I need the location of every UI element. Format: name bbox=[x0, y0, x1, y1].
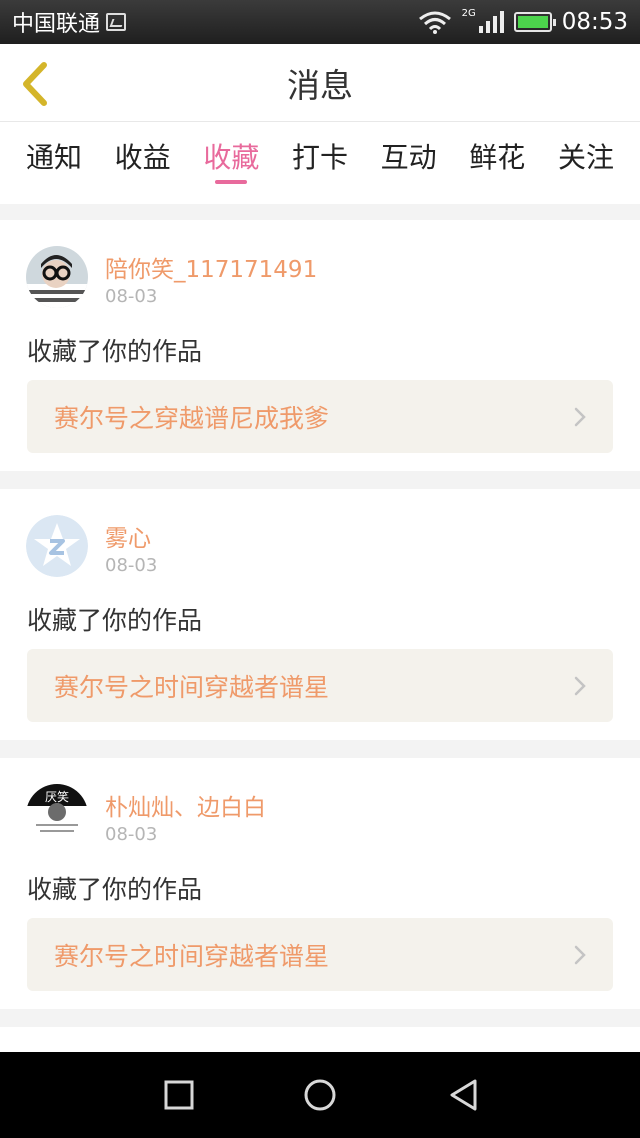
tab-interaction[interactable]: 互动 bbox=[381, 122, 437, 204]
username[interactable]: 雾心 bbox=[105, 519, 151, 553]
chevron-right-icon bbox=[574, 676, 586, 696]
tab-notification[interactable]: 通知 bbox=[26, 122, 82, 204]
work-title: 赛尔号之穿越谱尼成我爹 bbox=[54, 403, 330, 433]
back-button[interactable] bbox=[18, 62, 54, 106]
tab-favorites[interactable]: 收藏 bbox=[203, 122, 259, 204]
chevron-right-icon bbox=[574, 407, 586, 427]
avatar[interactable]: 厌笑 bbox=[26, 784, 88, 846]
signal-icon bbox=[478, 11, 504, 33]
work-link[interactable]: 赛尔号之时间穿越者谱星 bbox=[27, 918, 613, 991]
work-link[interactable]: 赛尔号之时间穿越者谱星 bbox=[27, 649, 613, 722]
triangle-back-icon[interactable] bbox=[442, 1074, 484, 1116]
work-title: 赛尔号之时间穿越者谱星 bbox=[54, 672, 330, 702]
network-type-label: 2G bbox=[461, 7, 476, 19]
system-nav-bar bbox=[0, 1052, 640, 1138]
carrier-name: 中国联通 bbox=[12, 12, 101, 37]
message-date: 08-03 bbox=[105, 824, 158, 845]
feed-item: 陪你笑_117171491 08-03 收藏了你的作品 赛尔号之穿越谱尼成我爹 bbox=[0, 220, 640, 471]
message-feed: 陪你笑_117171491 08-03 收藏了你的作品 赛尔号之穿越谱尼成我爹 … bbox=[0, 220, 640, 1085]
app-header: 消息 bbox=[0, 44, 640, 122]
feed-item: 雾心 08-03 收藏了你的作品 赛尔号之时间穿越者谱星 bbox=[0, 489, 640, 740]
action-text: 收藏了你的作品 bbox=[27, 875, 203, 904]
action-text: 收藏了你的作品 bbox=[27, 337, 203, 366]
chevron-right-icon bbox=[574, 945, 586, 965]
tab-bar: 通知 收益 收藏 打卡 互动 鲜花 关注 bbox=[0, 122, 640, 204]
work-link[interactable]: 赛尔号之穿越谱尼成我爹 bbox=[27, 380, 613, 453]
status-time: 08:53 bbox=[561, 9, 628, 35]
page-title: 消息 bbox=[287, 65, 353, 105]
tab-flowers[interactable]: 鲜花 bbox=[469, 122, 525, 204]
action-text: 收藏了你的作品 bbox=[27, 606, 203, 635]
circle-icon[interactable] bbox=[299, 1074, 341, 1116]
message-date: 08-03 bbox=[105, 555, 158, 576]
username[interactable]: 朴灿灿、边白白 bbox=[105, 788, 266, 822]
username[interactable]: 陪你笑_117171491 bbox=[105, 250, 317, 284]
work-title: 赛尔号之时间穿越者谱星 bbox=[54, 941, 330, 971]
status-bar: 中国联通 2G 08:53 bbox=[0, 0, 640, 44]
avatar-text: 厌笑 bbox=[45, 789, 69, 804]
tab-checkin[interactable]: 打卡 bbox=[292, 122, 348, 204]
square-icon[interactable] bbox=[158, 1074, 200, 1116]
feed-item: 厌笑 朴灿灿、边白白 08-03 收藏了你的作品 赛尔号之时间穿越者谱星 bbox=[0, 758, 640, 1009]
message-date: 08-03 bbox=[105, 286, 158, 307]
chevron-left-icon bbox=[23, 62, 47, 106]
wifi-icon bbox=[418, 11, 451, 34]
avatar[interactable] bbox=[26, 246, 88, 308]
carrier-group: 中国联通 bbox=[12, 6, 127, 38]
avatar[interactable] bbox=[26, 515, 88, 577]
tab-follow[interactable]: 关注 bbox=[558, 122, 614, 204]
tab-earnings[interactable]: 收益 bbox=[115, 122, 171, 204]
status-icons: 2G 08:53 bbox=[418, 7, 628, 35]
battery-icon bbox=[513, 12, 556, 32]
image-notification-icon bbox=[106, 13, 127, 31]
